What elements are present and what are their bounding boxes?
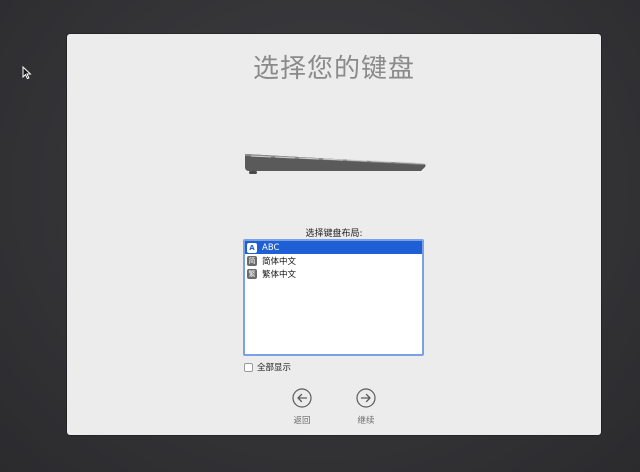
back-button[interactable]: 返回 (287, 388, 317, 426)
list-item-label: 繁体中文 (262, 269, 297, 280)
abc-icon: A (247, 242, 257, 253)
show-all-option[interactable]: 全部显示 (244, 361, 291, 373)
list-item-label: ABC (262, 242, 280, 253)
arrow-left-circle-icon[interactable] (292, 388, 312, 408)
list-item-label: 简体中文 (262, 256, 297, 267)
mouse-cursor-icon (22, 66, 32, 80)
continue-button[interactable]: 继续 (351, 388, 381, 426)
keyboard-layout-prompt: 选择键盘布局: (305, 229, 363, 239)
keyboard-illustration-icon (245, 154, 426, 174)
keyboard-layout-list[interactable]: A ABC 简简体中文繁繁体中文 (243, 239, 424, 356)
simplified-chinese-icon: 简 (247, 255, 257, 266)
show-all-label: 全部显示 (257, 363, 292, 373)
arrow-right-circle-icon[interactable] (356, 388, 376, 408)
page-title: 选择您的键盘 (252, 54, 415, 84)
list-item[interactable]: A ABC (245, 241, 422, 254)
traditional-chinese-icon: 繁 (247, 268, 257, 279)
back-label: 返回 (293, 416, 311, 426)
setup-assistant-panel: 选择您的键盘 选择键盘布局: AABC简简体中文繁繁体中文 全部显示 返回 (67, 34, 601, 435)
list-item[interactable]: 简简体中文 (245, 254, 422, 267)
list-item[interactable]: 繁繁体中文 (245, 267, 422, 280)
continue-label: 继续 (357, 416, 375, 426)
show-all-checkbox[interactable] (244, 362, 253, 372)
